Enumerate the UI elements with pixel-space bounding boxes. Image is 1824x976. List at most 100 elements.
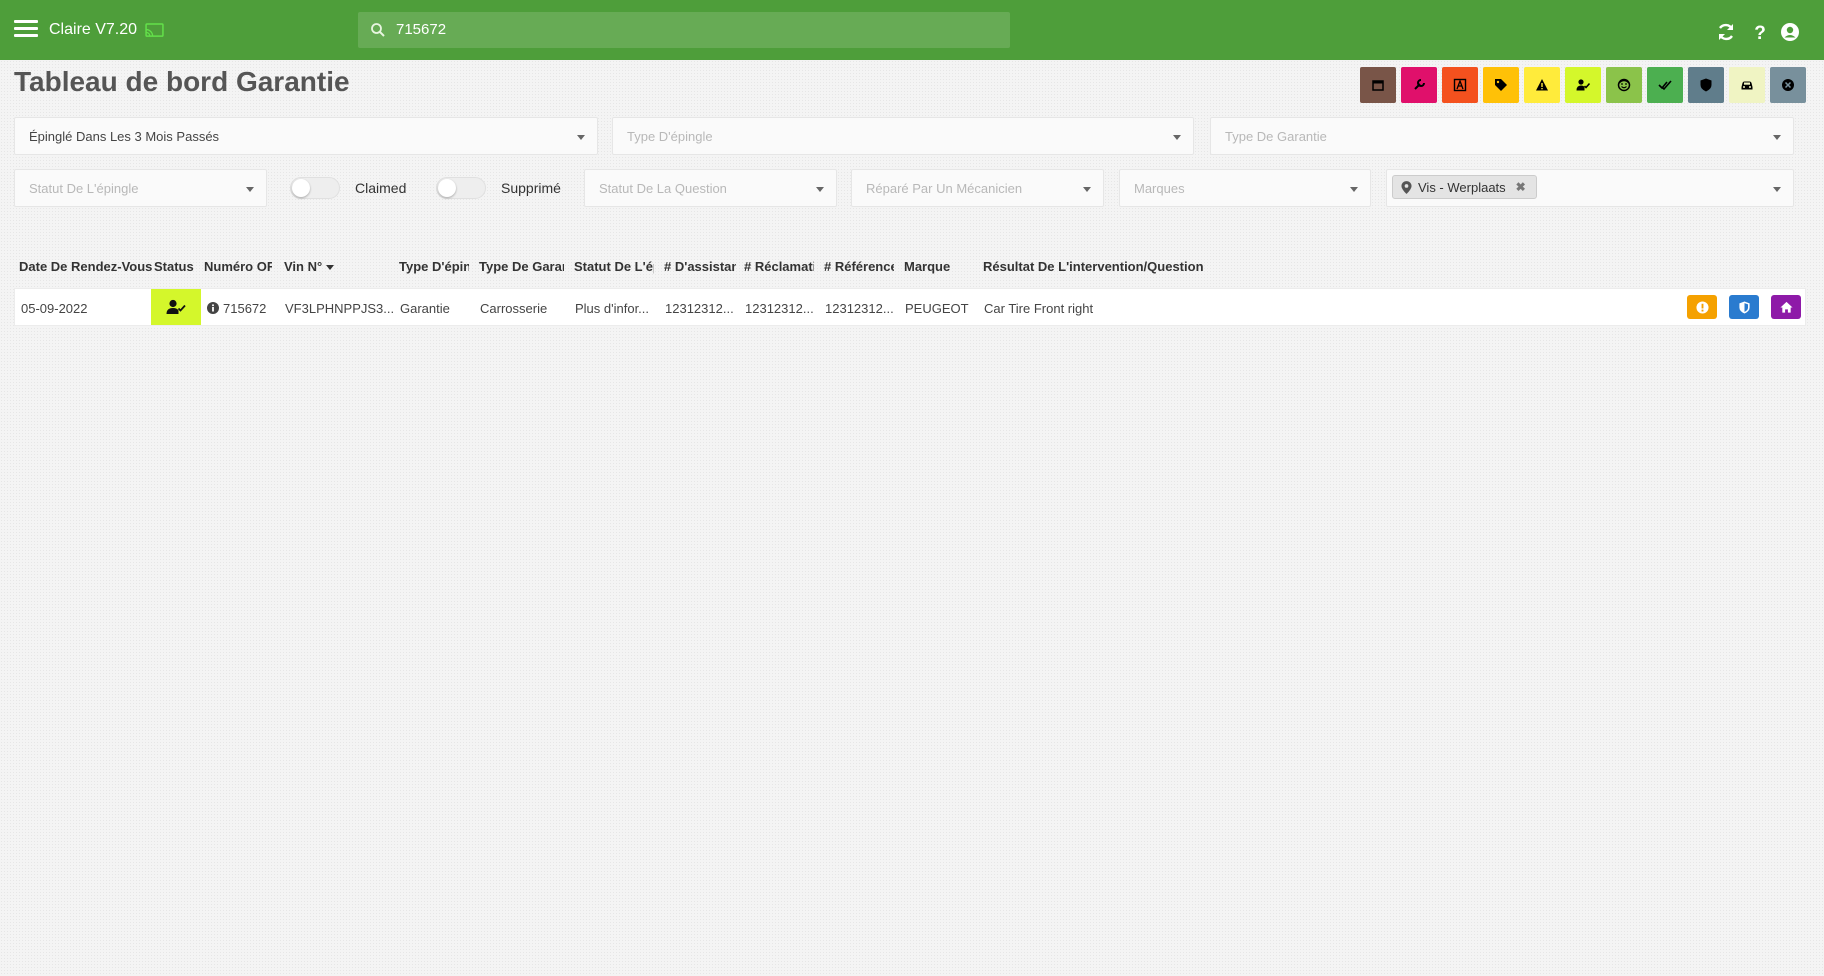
warning-icon	[1536, 79, 1548, 91]
cast-icon[interactable]	[145, 23, 164, 38]
col-header-assistance[interactable]: # D'assistance	[664, 259, 736, 274]
claimed-label: Claimed	[355, 180, 407, 196]
chevron-down-icon	[1773, 187, 1781, 192]
cell-brand: PEUGEOT	[905, 301, 969, 316]
calendar-icon	[1372, 80, 1384, 91]
col-header-result[interactable]: Résultat De L'intervention/Question	[983, 259, 1203, 274]
pin-status-select[interactable]: Statut De L'épingle	[14, 169, 267, 207]
warning-action-button[interactable]	[1687, 295, 1717, 319]
tag-icon	[1495, 79, 1507, 91]
cell-result: Car Tire Front right	[984, 301, 1094, 316]
col-header-date-label: Date De Rendez-Vous	[19, 259, 153, 274]
hamburger-menu-icon[interactable]	[14, 20, 38, 40]
legend-button-warning[interactable]	[1524, 67, 1560, 103]
col-header-reference[interactable]: # Référence	[824, 259, 894, 274]
shield-action-button[interactable]	[1729, 295, 1759, 319]
claimed-toggle[interactable]	[290, 177, 340, 199]
col-header-status[interactable]: Status	[154, 259, 194, 274]
help-icon[interactable]: ?	[1750, 22, 1770, 42]
svg-text:?: ?	[1754, 23, 1766, 42]
home-icon	[1779, 301, 1793, 313]
col-header-pin-type[interactable]: Type D'épingle	[399, 259, 469, 274]
question-status-select[interactable]: Statut De La Question	[584, 169, 837, 207]
deleted-toggle[interactable]	[436, 177, 486, 199]
account-icon[interactable]	[1780, 22, 1800, 42]
face-icon	[1617, 78, 1631, 92]
chevron-down-icon	[246, 187, 254, 192]
table-row[interactable]: 05-09-2022 715672 VF3LPHNPPJS3... Garant…	[14, 288, 1806, 326]
cell-pin-type: Garantie	[400, 301, 450, 316]
legend-button-letter-a[interactable]	[1442, 67, 1478, 103]
user-check-icon	[166, 299, 186, 314]
col-header-pin-status[interactable]: Statut De L'épingle	[574, 259, 654, 274]
col-header-brand[interactable]: Marque	[904, 259, 964, 274]
home-action-button[interactable]	[1771, 295, 1801, 319]
legend-button-shield[interactable]	[1688, 67, 1724, 103]
location-chip-label: Vis - Werplaats	[1418, 179, 1506, 195]
search-bar[interactable]: 715672	[358, 12, 1010, 48]
legend-button-calendar[interactable]	[1360, 67, 1396, 103]
shield-icon	[1738, 300, 1750, 314]
cell-assistance: 12312312...	[665, 301, 734, 316]
letter-a-icon	[1453, 78, 1467, 92]
chevron-down-icon	[1773, 135, 1781, 140]
cell-or-number[interactable]: 715672	[223, 301, 285, 316]
legend-button-face[interactable]	[1606, 67, 1642, 103]
cell-reference: 12312312...	[825, 301, 894, 316]
location-pin-icon	[1401, 180, 1412, 194]
warranty-type-select[interactable]: Type De Garantie	[1210, 117, 1794, 155]
cancel-circle-icon	[1782, 79, 1794, 91]
col-header-claim[interactable]: # Réclamation	[744, 259, 814, 274]
col-header-vin[interactable]: Vin N°	[284, 259, 354, 274]
brands-select[interactable]: Marques	[1119, 169, 1371, 207]
location-chip: Vis - Werplaats ✖	[1392, 175, 1537, 199]
cell-warranty-type: Carrosserie	[480, 301, 548, 316]
chevron-down-icon	[816, 187, 824, 192]
legend-button-double-check[interactable]	[1647, 67, 1683, 103]
toggle-knob	[438, 179, 456, 197]
repaired-by-placeholder: Réparé Par Un Mécanicien	[866, 181, 1023, 196]
search-icon	[371, 23, 385, 37]
info-icon[interactable]	[207, 302, 219, 314]
period-select-value: Épinglé Dans Les 3 Mois Passés	[29, 129, 220, 144]
app-title: Claire V7.20	[49, 21, 138, 38]
col-header-date[interactable]: Date De Rendez-Vous	[19, 259, 153, 274]
double-check-icon	[1658, 80, 1672, 91]
legend-button-wrench[interactable]	[1401, 67, 1437, 103]
chip-remove-icon[interactable]: ✖	[1516, 180, 1526, 194]
car-icon	[1741, 81, 1753, 90]
repaired-by-select[interactable]: Réparé Par Un Mécanicien	[851, 169, 1104, 207]
legend-button-user-check[interactable]	[1565, 67, 1601, 103]
col-header-vin-label: Vin N°	[284, 259, 323, 274]
cell-pin-status: Plus d'infor...	[575, 301, 650, 316]
chevron-down-icon	[577, 135, 585, 140]
pin-status-placeholder: Statut De L'épingle	[29, 181, 139, 196]
cell-date: 05-09-2022	[21, 301, 88, 316]
warranty-type-placeholder: Type De Garantie	[1225, 129, 1327, 144]
user-check-icon	[1576, 79, 1590, 91]
refresh-icon[interactable]	[1716, 22, 1736, 42]
pin-type-select[interactable]: Type D'épingle	[612, 117, 1194, 155]
legend-button-tag[interactable]	[1483, 67, 1519, 103]
top-app-bar: Claire V7.20 715672 ?	[0, 0, 1824, 60]
alert-icon	[1695, 300, 1709, 314]
period-select[interactable]: Épinglé Dans Les 3 Mois Passés	[14, 117, 598, 155]
chevron-down-icon	[1350, 187, 1358, 192]
chevron-down-icon	[1173, 135, 1181, 140]
question-status-placeholder: Statut De La Question	[599, 181, 727, 196]
toggle-knob	[292, 179, 310, 197]
chevron-down-icon	[1083, 187, 1091, 192]
page-title: Tableau de bord Garantie	[14, 66, 350, 97]
pin-type-placeholder: Type D'épingle	[627, 129, 713, 144]
col-header-or-number[interactable]: Numéro OR	[204, 259, 272, 274]
shield-icon	[1700, 78, 1712, 92]
deleted-label: Supprimé	[501, 180, 561, 196]
col-header-warranty-type[interactable]: Type De Garantie	[479, 259, 564, 274]
search-input[interactable]: 715672	[396, 21, 446, 38]
brands-placeholder: Marques	[1134, 181, 1185, 196]
sort-down-icon	[326, 265, 335, 271]
status-cell[interactable]	[151, 289, 201, 325]
legend-button-car[interactable]	[1729, 67, 1765, 103]
cell-claim: 12312312...	[745, 301, 814, 316]
legend-button-cancel-circle[interactable]	[1770, 67, 1806, 103]
